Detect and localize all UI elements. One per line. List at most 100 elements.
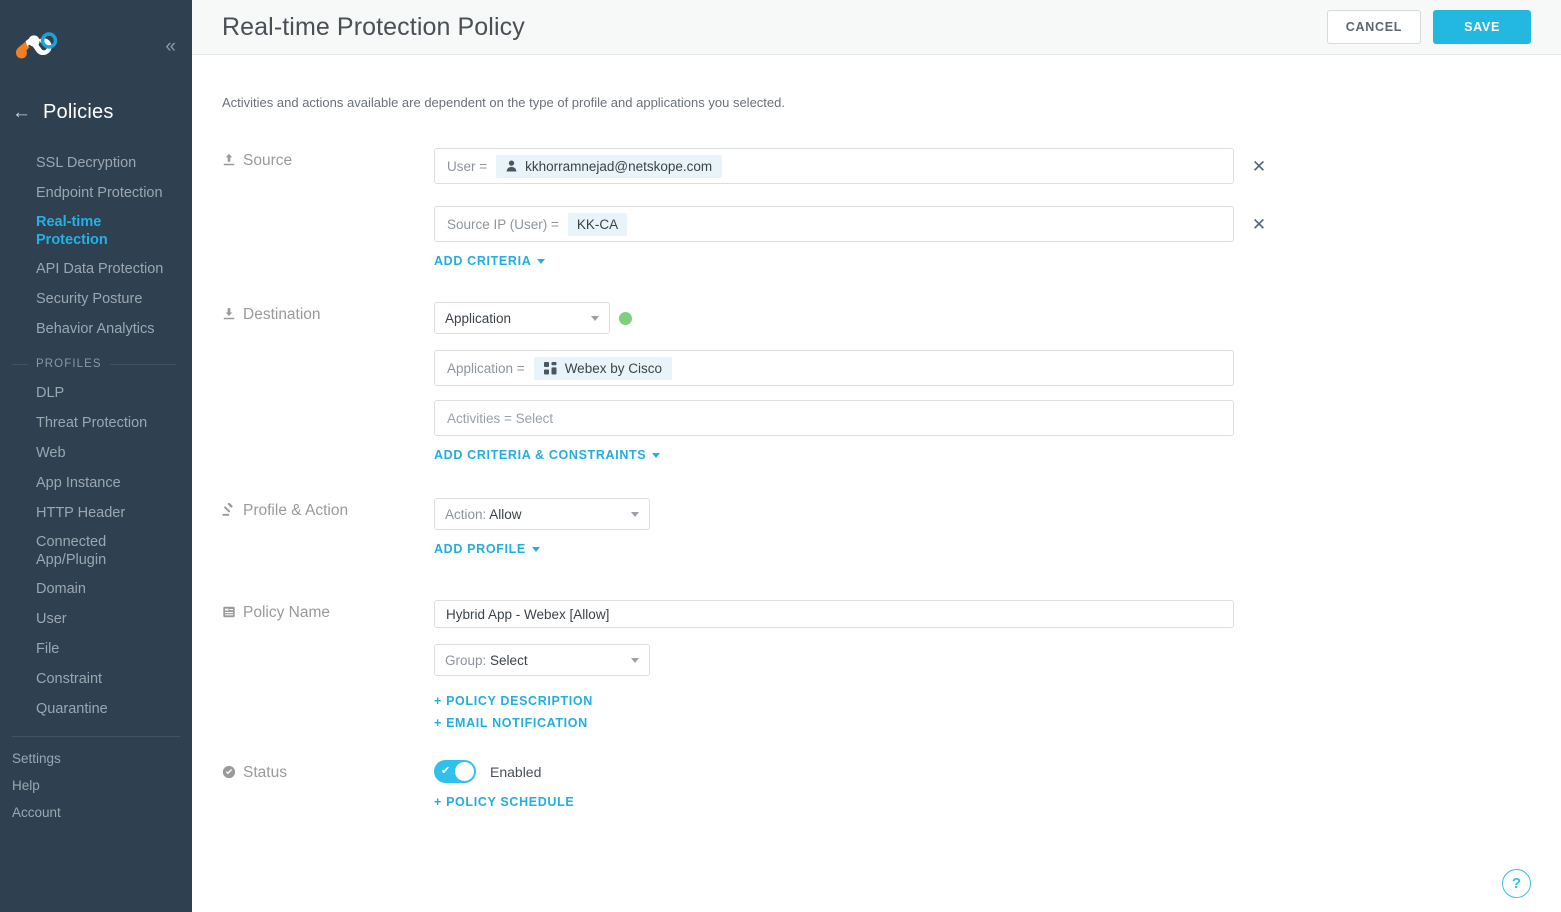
profile-action-body: Action: Allow ADD PROFILE bbox=[434, 498, 1531, 558]
sidebar-item-real-time-protection[interactable]: Real-time Protection bbox=[0, 208, 120, 254]
gavel-icon bbox=[222, 502, 233, 516]
divider-right bbox=[109, 363, 176, 365]
chevron-down-icon bbox=[531, 546, 540, 552]
policy-name-label: Policy Name bbox=[243, 604, 330, 621]
profile-action-section: Profile & Action Action: Allow ADD PROFI… bbox=[222, 464, 1531, 558]
action-select-prefix: Action: bbox=[445, 506, 487, 522]
action-select-value: Action: Allow bbox=[445, 507, 522, 522]
source-criteria-row-1: User = kkhorramnejad@netskope.com ✕ bbox=[434, 148, 1531, 184]
destination-label: Destination bbox=[243, 306, 321, 323]
source-label-group: Source bbox=[222, 148, 434, 270]
chevron-down-icon bbox=[537, 258, 546, 264]
sidebar-item-behavior-analytics[interactable]: Behavior Analytics bbox=[0, 314, 192, 344]
source-ip-field[interactable]: Source IP (User) = KK-CA bbox=[434, 206, 1234, 242]
sidebar-item-web[interactable]: Web bbox=[0, 438, 192, 468]
sidebar-footer-divider bbox=[12, 736, 180, 737]
sidebar-item-dlp[interactable]: DLP bbox=[0, 378, 192, 408]
cancel-button[interactable]: CANCEL bbox=[1326, 10, 1422, 44]
group-select[interactable]: Group: Select bbox=[434, 644, 650, 676]
destination-type-value: Application bbox=[445, 310, 512, 326]
source-user-chip[interactable]: kkhorramnejad@netskope.com bbox=[496, 154, 723, 178]
policy-description-button[interactable]: + POLICY DESCRIPTION bbox=[434, 694, 593, 708]
toggle-knob bbox=[455, 762, 474, 781]
topbar: Real-time Protection Policy CANCEL SAVE bbox=[192, 0, 1561, 55]
topbar-actions: CANCEL SAVE bbox=[1326, 10, 1531, 44]
sidebar-nav-list: SSL Decryption Endpoint Protection Real-… bbox=[0, 148, 192, 344]
app-root: « ← Policies SSL Decryption Endpoint Pro… bbox=[0, 0, 1561, 912]
page-title: Real-time Protection Policy bbox=[222, 12, 525, 41]
sidebar-nav-header: ← Policies bbox=[0, 92, 192, 132]
help-button[interactable]: ? bbox=[1502, 869, 1531, 898]
status-label-group: Status bbox=[222, 760, 434, 809]
source-criteria-row-2: Source IP (User) = KK-CA ✕ bbox=[434, 206, 1531, 242]
main-content: Real-time Protection Policy CANCEL SAVE … bbox=[192, 0, 1561, 912]
sidebar-item-constraint[interactable]: Constraint bbox=[0, 664, 192, 694]
person-icon bbox=[506, 160, 517, 172]
chevron-down-icon bbox=[631, 511, 639, 517]
policy-form: Activities and actions available are dep… bbox=[192, 55, 1561, 809]
sidebar-item-app-instance[interactable]: App Instance bbox=[0, 468, 192, 498]
sidebar-item-connected-app-plugin[interactable]: Connected App/Plugin bbox=[0, 528, 110, 574]
sidebar-item-endpoint-protection[interactable]: Endpoint Protection bbox=[0, 178, 192, 208]
apps-grid-icon bbox=[543, 361, 557, 374]
policy-schedule-button[interactable]: + POLICY SCHEDULE bbox=[434, 795, 1531, 809]
status-body: ✔ Enabled + POLICY SCHEDULE bbox=[434, 760, 1531, 809]
sidebar-item-user[interactable]: User bbox=[0, 604, 192, 634]
list-icon bbox=[223, 606, 235, 618]
status-toggle-row: ✔ Enabled bbox=[434, 760, 1531, 783]
sidebar-item-account[interactable]: Account bbox=[0, 799, 192, 826]
source-ip-chip[interactable]: KK-CA bbox=[567, 212, 628, 236]
policy-name-section: Policy Name Group: Select + POLICY DESCR… bbox=[222, 558, 1531, 730]
check-circle-icon bbox=[222, 765, 236, 779]
sidebar-item-settings[interactable]: Settings bbox=[0, 745, 192, 772]
sidebar-profiles-header: PROFILES bbox=[0, 344, 192, 378]
destination-application-chip[interactable]: Webex by Cisco bbox=[533, 356, 672, 380]
sidebar-item-quarantine[interactable]: Quarantine bbox=[0, 694, 192, 724]
destination-type-select[interactable]: Application bbox=[434, 302, 610, 334]
add-profile-button[interactable]: ADD PROFILE bbox=[434, 542, 540, 556]
source-body: User = kkhorramnejad@netskope.com ✕ Sour… bbox=[434, 148, 1531, 270]
sidebar-item-help[interactable]: Help bbox=[0, 772, 192, 799]
destination-application-key: Application = bbox=[447, 360, 525, 376]
sidebar-item-security-posture[interactable]: Security Posture bbox=[0, 284, 192, 314]
status-toggle[interactable]: ✔ bbox=[434, 760, 476, 783]
sidebar-item-threat-protection[interactable]: Threat Protection bbox=[0, 408, 192, 438]
add-criteria-constraints-button[interactable]: ADD CRITERIA & CONSTRAINTS bbox=[434, 448, 661, 462]
save-button[interactable]: SAVE bbox=[1433, 10, 1531, 44]
sidebar: « ← Policies SSL Decryption Endpoint Pro… bbox=[0, 0, 192, 912]
sidebar-item-ssl-decryption[interactable]: SSL Decryption bbox=[0, 148, 192, 178]
source-label: Source bbox=[243, 152, 293, 169]
destination-activities-field[interactable]: Activities = Select bbox=[434, 400, 1234, 436]
sidebar-item-domain[interactable]: Domain bbox=[0, 574, 192, 604]
download-icon bbox=[223, 308, 235, 320]
sidebar-item-http-header[interactable]: HTTP Header bbox=[0, 498, 192, 528]
group-select-prefix: Group: bbox=[445, 652, 487, 668]
policy-name-body: Group: Select + POLICY DESCRIPTION + EMA… bbox=[434, 600, 1531, 730]
profiles-header-label: PROFILES bbox=[36, 358, 102, 370]
divider-left bbox=[12, 363, 28, 365]
upload-icon bbox=[223, 153, 235, 166]
group-select-choice: Select bbox=[490, 652, 528, 668]
sidebar-item-api-data-protection[interactable]: API Data Protection bbox=[0, 254, 192, 284]
destination-application-field[interactable]: Application = Webex by Cisco bbox=[434, 350, 1234, 386]
action-select[interactable]: Action: Allow bbox=[434, 498, 650, 530]
destination-application-chip-label: Webex by Cisco bbox=[564, 360, 662, 376]
destination-label-group: Destination bbox=[222, 302, 434, 464]
remove-source-criteria-1-icon[interactable]: ✕ bbox=[1250, 158, 1268, 175]
remove-source-criteria-2-icon[interactable]: ✕ bbox=[1250, 216, 1268, 233]
destination-activities-placeholder: Activities = Select bbox=[447, 410, 554, 426]
destination-section: Destination Application Application = We… bbox=[222, 270, 1531, 464]
destination-body: Application Application = Webex by Cisco… bbox=[434, 302, 1531, 464]
helper-text: Activities and actions available are dep… bbox=[222, 95, 785, 110]
source-user-field[interactable]: User = kkhorramnejad@netskope.com bbox=[434, 148, 1234, 184]
email-notification-button[interactable]: + EMAIL NOTIFICATION bbox=[434, 716, 1531, 730]
chevron-down-icon bbox=[652, 452, 661, 458]
sidebar-item-file[interactable]: File bbox=[0, 634, 192, 664]
policy-name-input[interactable] bbox=[434, 600, 1234, 628]
back-arrow-icon[interactable]: ← bbox=[12, 103, 31, 122]
add-criteria-constraints-label: ADD CRITERIA & CONSTRAINTS bbox=[434, 448, 647, 462]
destination-status-dot bbox=[619, 311, 632, 325]
add-criteria-button[interactable]: ADD CRITERIA bbox=[434, 254, 546, 268]
sidebar-collapse-icon[interactable]: « bbox=[165, 37, 176, 56]
source-ip-key: Source IP (User) = bbox=[447, 216, 559, 232]
